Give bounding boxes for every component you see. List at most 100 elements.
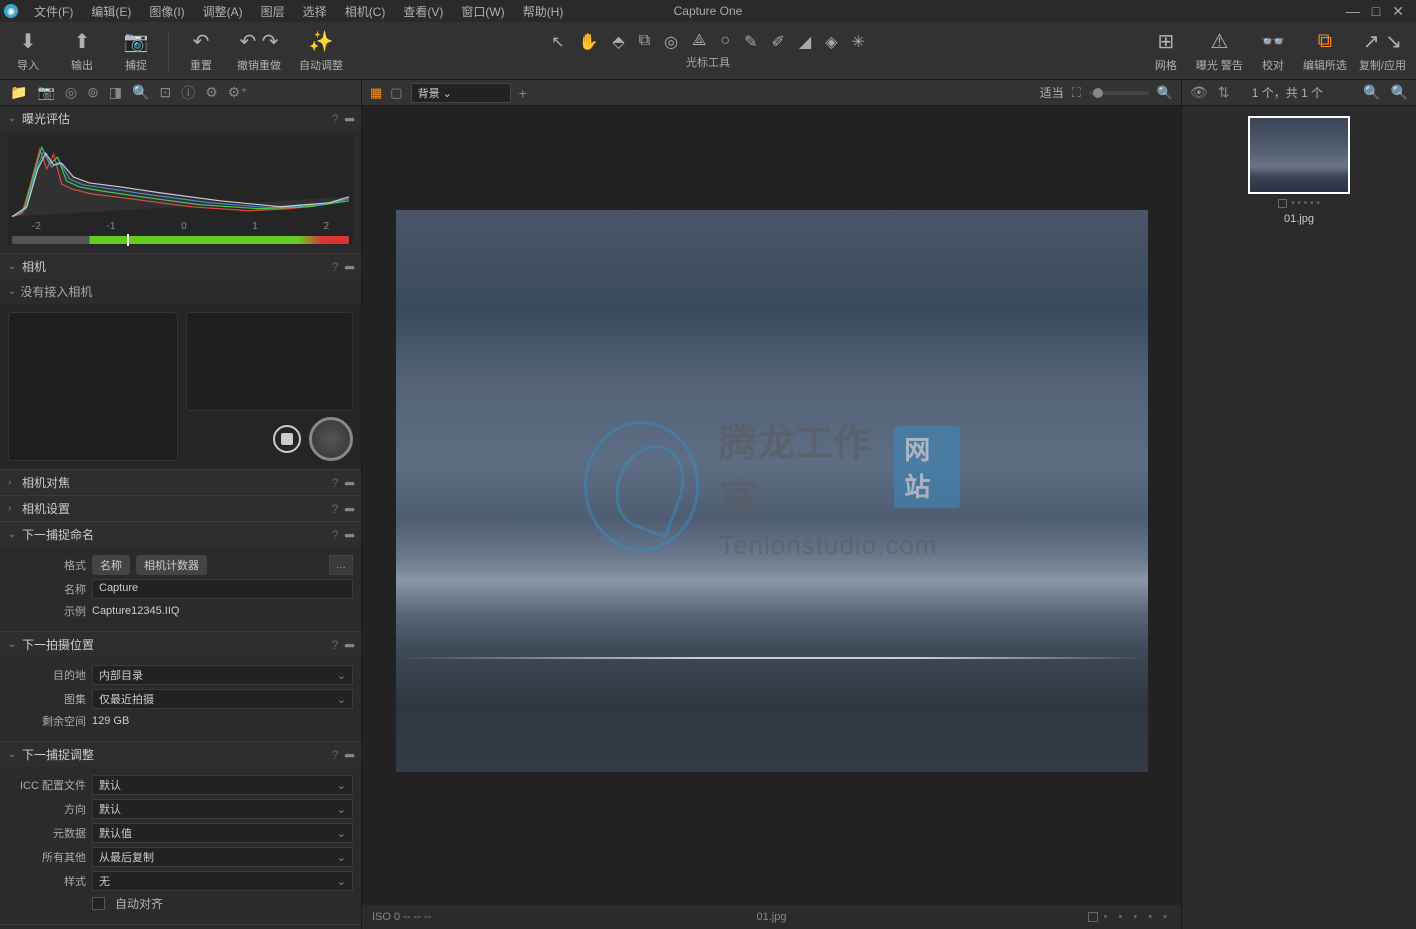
export-button[interactable]: ⬆输出	[64, 29, 100, 73]
brush-tool-icon[interactable]: ✎	[744, 32, 757, 52]
menu-layer[interactable]: 图层	[253, 1, 293, 22]
hand-tool-icon[interactable]: ✋	[578, 32, 598, 52]
sort-icon[interactable]: ⇅	[1218, 84, 1230, 101]
single-view-icon[interactable]: ▢	[390, 85, 402, 101]
menu-window[interactable]: 窗口(W)	[453, 1, 512, 22]
section-header[interactable]: ⌄ 曝光评估 ? •••	[0, 106, 361, 131]
help-icon[interactable]: ?	[332, 502, 339, 516]
token-counter[interactable]: 相机计数器	[136, 555, 207, 575]
autoalign-checkbox[interactable]	[92, 897, 105, 910]
rating-dots[interactable]: • • • • •	[1104, 911, 1171, 923]
more-icon[interactable]: •••	[344, 259, 353, 275]
menu-file[interactable]: 文件(F)	[26, 1, 81, 22]
section-header[interactable]: › 相机对焦 ? •••	[0, 470, 361, 495]
format-more-button[interactable]: …	[329, 555, 353, 575]
section-header[interactable]: ⌄ 下一拍摄位置 ? •••	[0, 632, 361, 657]
edit-all-button[interactable]: ⧉编辑所选	[1303, 29, 1347, 73]
more-icon[interactable]: •••	[344, 637, 353, 653]
icc-select[interactable]: 默认	[92, 775, 353, 795]
gradient-tool-icon[interactable]: ◢	[799, 32, 811, 52]
menu-image[interactable]: 图像(I)	[141, 1, 192, 22]
name-input[interactable]: Capture	[92, 579, 353, 599]
help-icon[interactable]: ?	[332, 528, 339, 542]
tab-library-icon[interactable]: 📁	[10, 84, 27, 101]
menu-view[interactable]: 查看(V)	[395, 1, 451, 22]
proof-button[interactable]: 👓校对	[1255, 29, 1291, 73]
crop-tool-icon[interactable]: ⧉	[639, 32, 650, 52]
copy-apply-button[interactable]: ↗ ↘复制/应用	[1359, 29, 1406, 73]
help-icon[interactable]: ?	[332, 112, 339, 126]
more-icon[interactable]: •••	[344, 527, 353, 543]
more-icon[interactable]: •••	[344, 501, 353, 517]
keystone-tool-icon[interactable]: ⟁	[692, 32, 706, 52]
help-icon[interactable]: ?	[332, 638, 339, 652]
menu-adjust[interactable]: 调整(A)	[195, 1, 251, 22]
help-icon[interactable]: ?	[332, 476, 339, 490]
loading-icon[interactable]: ✳	[852, 32, 865, 52]
zoom-in-icon[interactable]: 🔍	[1157, 85, 1173, 101]
minimize-icon[interactable]: —	[1346, 3, 1360, 20]
browser-search-icon[interactable]: 🔍	[1391, 84, 1408, 101]
fit-icon[interactable]: ⛶	[1072, 85, 1081, 101]
tab-color-icon[interactable]: ⊚	[87, 84, 99, 101]
menu-camera[interactable]: 相机(C)	[337, 1, 394, 22]
tab-settings-icon[interactable]: ⚙	[205, 84, 218, 101]
section-header[interactable]: ⌄ 下一捕捉命名 ? •••	[0, 522, 361, 547]
help-icon[interactable]: ?	[332, 748, 339, 762]
maximize-icon[interactable]: □	[1372, 3, 1380, 20]
more-icon[interactable]: •••	[344, 747, 353, 763]
tab-info-icon[interactable]: ⓘ	[181, 83, 195, 103]
mask-tool-icon[interactable]: ◈	[825, 32, 837, 52]
other-select[interactable]: 从最后复制	[92, 847, 353, 867]
exposure-bar[interactable]	[12, 236, 349, 244]
eraser-tool-icon[interactable]: ✐	[771, 32, 784, 52]
grid-view-icon[interactable]: ▦	[370, 85, 382, 101]
more-icon[interactable]: •••	[344, 111, 353, 127]
meta-select[interactable]: 默认值	[92, 823, 353, 843]
exposure-marker[interactable]	[127, 234, 129, 246]
section-header[interactable]: › 相机设置 ? •••	[0, 496, 361, 521]
menu-select[interactable]: 选择	[295, 1, 335, 22]
canvas[interactable]: 腾龙工作室网站 Tenlonstudio.com	[362, 106, 1181, 905]
orient-select[interactable]: 默认	[92, 799, 353, 819]
thumbnail-rating[interactable]: • • • • •	[1278, 198, 1320, 209]
eye-icon[interactable]: 👁	[1190, 84, 1208, 101]
capture-button[interactable]: 📷捕捉	[118, 29, 154, 73]
shutter-button[interactable]	[309, 417, 353, 461]
tab-exposure-icon[interactable]: ◨	[109, 84, 122, 101]
reset-button[interactable]: ↶重置	[183, 29, 219, 73]
tab-process-icon[interactable]: ⚙⁺	[228, 84, 248, 101]
grid-button[interactable]: ⊞网格	[1148, 29, 1184, 73]
collection-select[interactable]: 仅最近拍摄	[92, 689, 353, 709]
import-button[interactable]: ⬇导入	[10, 29, 46, 73]
tab-details-icon[interactable]: ⊡	[160, 84, 172, 101]
close-icon[interactable]: ✕	[1392, 3, 1404, 20]
tab-capture-icon[interactable]: 📷	[37, 84, 54, 101]
section-header[interactable]: ⌄ 相机 ? •••	[0, 254, 361, 279]
layer-select[interactable]: 背景 ⌄	[411, 83, 511, 103]
tab-lens-icon[interactable]: ◎	[65, 84, 77, 101]
style-select[interactable]: 无	[92, 871, 353, 891]
tab-search-icon[interactable]: 🔍	[132, 84, 149, 101]
shape-tool-icon[interactable]: ○	[720, 32, 730, 52]
spot-tool-icon[interactable]: ◎	[664, 32, 678, 52]
token-name[interactable]: 名称	[92, 555, 130, 575]
help-icon[interactable]: ?	[332, 260, 339, 274]
auto-adjust-button[interactable]: ✨自动调整	[299, 29, 343, 73]
section-title: 下一捕捉调整	[22, 746, 332, 763]
menu-help[interactable]: 帮助(H)	[515, 1, 572, 22]
add-layer-icon[interactable]: +	[519, 85, 527, 101]
record-button[interactable]	[273, 425, 301, 453]
dest-select[interactable]: 内部目录	[92, 665, 353, 685]
section-header[interactable]: ⌄ 下一捕捉调整 ? •••	[0, 742, 361, 767]
browser-zoom-icon[interactable]: 🔍	[1363, 84, 1380, 101]
rotate-tool-icon[interactable]: ⬘	[612, 32, 624, 52]
more-icon[interactable]: •••	[344, 475, 353, 491]
exposure-warning-button[interactable]: ⚠曝光 警告	[1196, 29, 1243, 73]
color-tag-icon[interactable]	[1088, 912, 1098, 922]
zoom-slider[interactable]	[1089, 91, 1149, 95]
pointer-tool-icon[interactable]: ↖	[551, 32, 564, 52]
thumbnail-item[interactable]: • • • • • 01.jpg	[1246, 116, 1352, 225]
menu-edit[interactable]: 编辑(E)	[83, 1, 139, 22]
undo-redo-button[interactable]: ↶ ↷撤销重做	[237, 29, 281, 73]
